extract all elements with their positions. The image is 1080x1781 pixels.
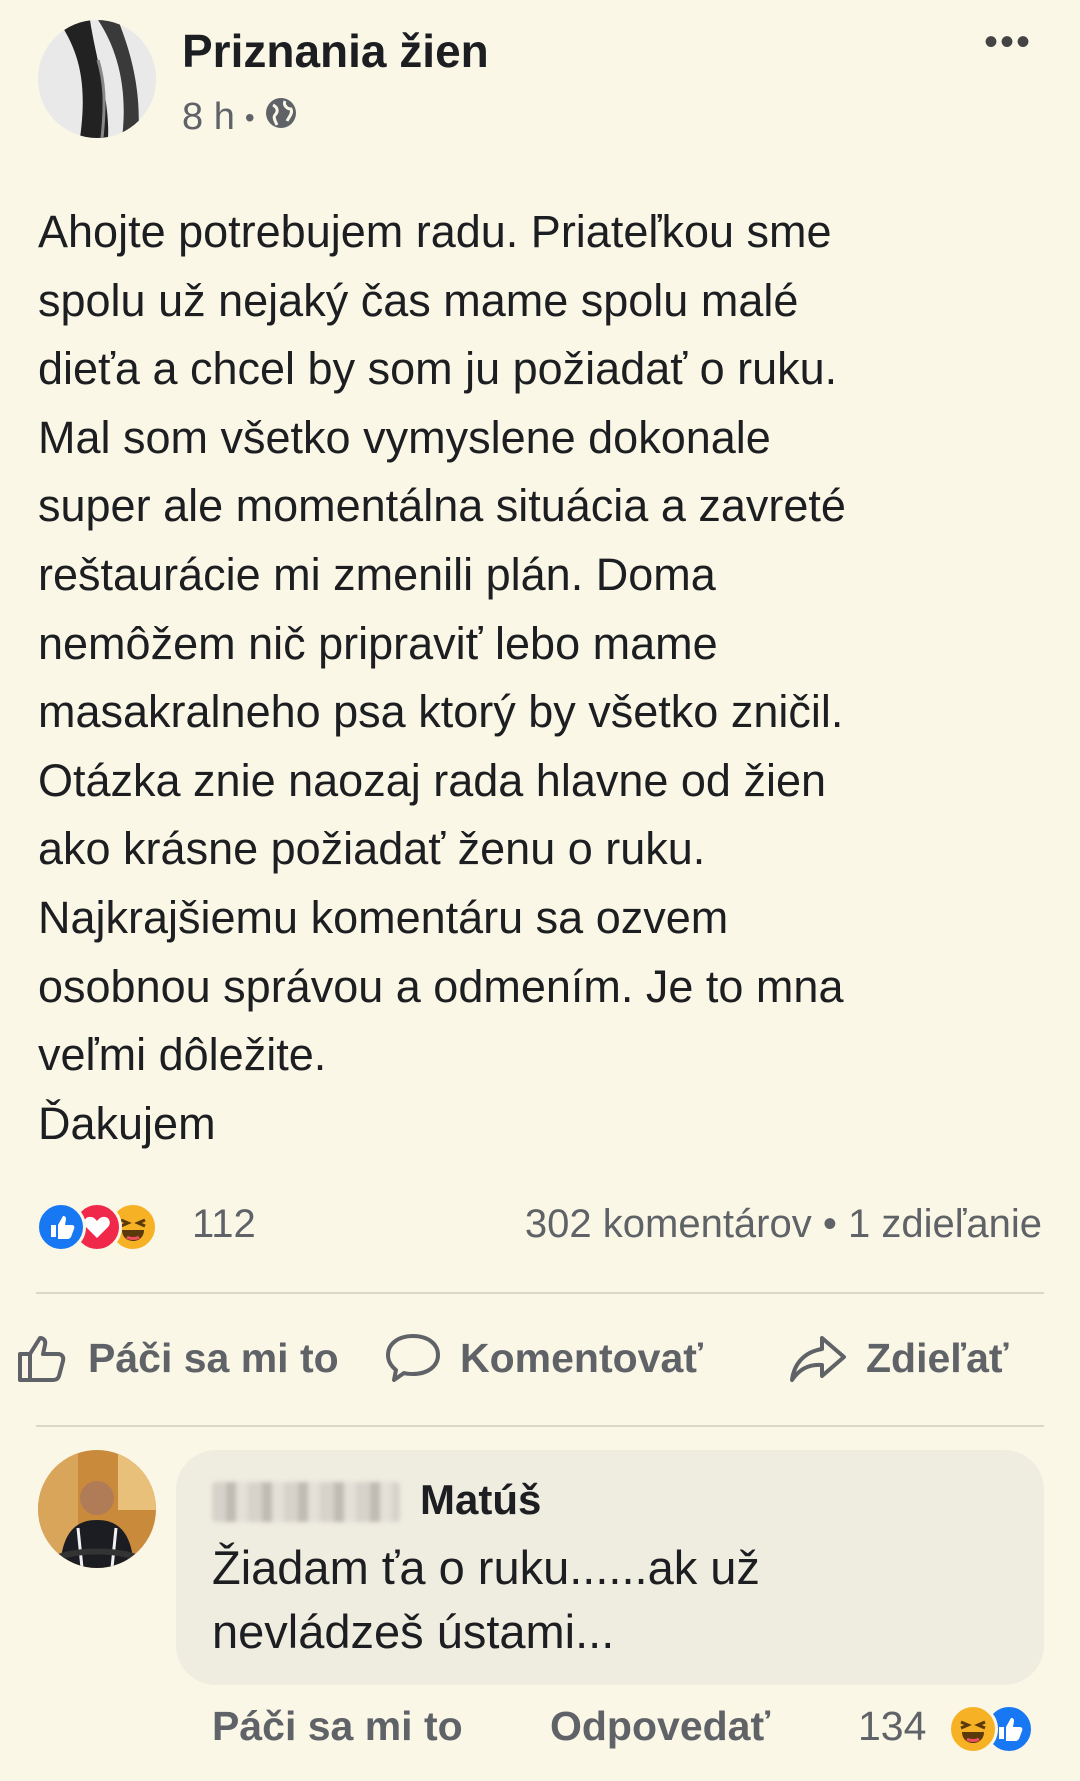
reaction-icons[interactable] — [36, 1202, 158, 1252]
page-avatar[interactable] — [38, 20, 156, 138]
share-label: Zdieľať — [866, 1334, 1009, 1381]
post-time[interactable]: 8 h — [182, 96, 235, 139]
comment-reply-button[interactable]: Odpovedať — [550, 1703, 770, 1750]
comments-shares-count[interactable]: 302 komentárov • 1 zdieľanie — [525, 1202, 1042, 1247]
comment-reaction-count[interactable]: 134 — [858, 1703, 926, 1750]
share-button[interactable]: Zdieľať — [788, 1330, 1009, 1386]
divider — [36, 1292, 1044, 1294]
comment-like-button[interactable]: Páči sa mi to — [212, 1703, 463, 1750]
comment-author[interactable]: Matúš — [420, 1476, 541, 1524]
reaction-count[interactable]: 112 — [192, 1202, 256, 1247]
thumbs-up-icon — [18, 1336, 66, 1382]
comment-text: Žiadam ťa o ruku......ak už nevládzeš ús… — [212, 1541, 760, 1658]
like-label: Páči sa mi to — [88, 1334, 339, 1381]
meta-separator: • — [244, 101, 255, 133]
more-options-icon[interactable]: ••• — [984, 20, 1032, 65]
commenter-avatar[interactable] — [38, 1450, 156, 1568]
comment-reaction-icons[interactable] — [948, 1704, 1034, 1754]
like-button[interactable]: Páči sa mi to — [14, 1330, 339, 1386]
post-meta: 8 h • — [182, 96, 297, 139]
share-icon — [790, 1336, 846, 1382]
comment-button[interactable]: Komentovať — [384, 1330, 703, 1386]
like-icon — [36, 1202, 86, 1252]
comment-icon — [386, 1334, 440, 1382]
globe-icon — [265, 96, 297, 139]
divider — [36, 1425, 1044, 1427]
haha-icon — [948, 1704, 998, 1754]
comment-label: Komentovať — [460, 1334, 703, 1381]
page-name[interactable]: Priznania žien — [182, 24, 489, 78]
blurred-surname — [212, 1482, 400, 1522]
post-text: Ahojte potrebujem radu. Priateľkou sme s… — [38, 206, 846, 1149]
